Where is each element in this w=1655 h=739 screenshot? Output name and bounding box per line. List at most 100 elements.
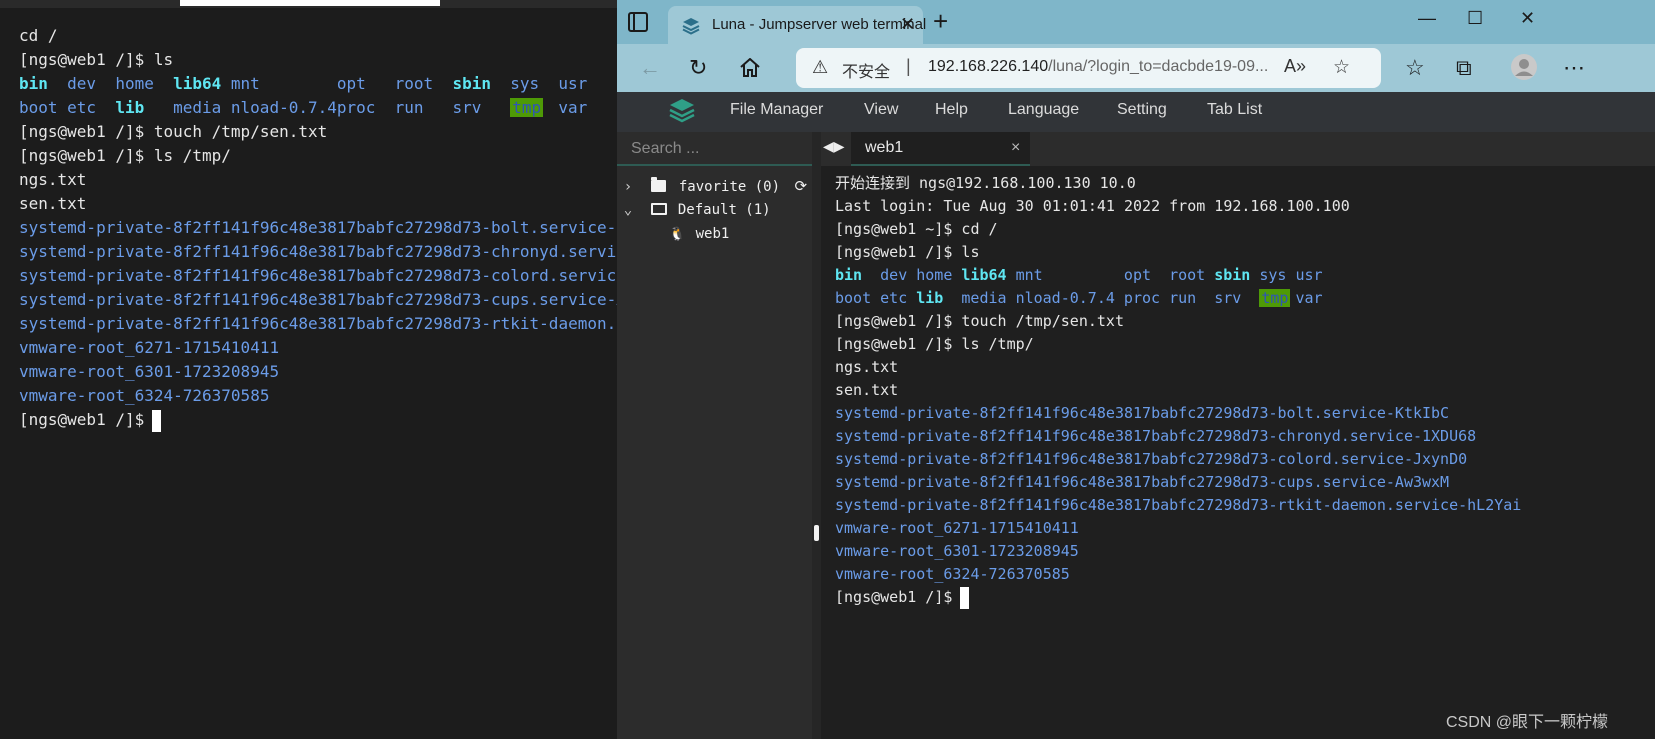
- ls-entry: sbin: [1214, 266, 1251, 284]
- terminal-tab-close-icon[interactable]: ×: [1011, 139, 1020, 157]
- ls-entry: lib64: [961, 266, 1007, 284]
- url-text[interactable]: 192.168.226.140/luna/?login_to=dacbde19-…: [928, 58, 1268, 76]
- warning-icon[interactable]: ⚠: [812, 57, 828, 78]
- asset-sidebar: › favorite (0) ⟳ ⌄ Default (1) 🐧 web1: [617, 132, 812, 739]
- ls-entry: opt: [336, 74, 366, 93]
- local-terminal[interactable]: cd / [ngs@web1 /]$ ls bin dev home lib64 mnt op…: [0, 0, 618, 739]
- collections-icon[interactable]: ⧉: [1456, 56, 1472, 80]
- chevron-down-icon[interactable]: ⌄: [621, 198, 635, 222]
- insecure-label[interactable]: 不安全: [842, 58, 890, 82]
- ls-entry: tmp: [1259, 289, 1291, 307]
- menu-file-manager[interactable]: File Manager: [730, 101, 823, 119]
- ls-entry: proc: [1123, 289, 1161, 307]
- terminal-pane: ◀▶ web1 × 开始连接到 ngs@192.168.100.130 10.0…: [821, 132, 1655, 739]
- watermark: CSDN @眼下一颗柠檬: [1446, 714, 1609, 731]
- terminal-line: systemd-private-8f2ff141f96c48e3817babfc…: [835, 404, 1450, 422]
- more-icon[interactable]: ⋯: [1563, 56, 1585, 80]
- ls-entry: bin: [19, 74, 48, 93]
- add-favorite-icon[interactable]: ☆: [1333, 56, 1350, 79]
- terminal-line: vmware-root_6324-726370585: [835, 565, 1070, 583]
- terminal-line: cd /: [19, 26, 58, 45]
- favorites-icon[interactable]: ☆: [1405, 56, 1425, 80]
- ls-entry: srv: [1214, 289, 1242, 307]
- terminal-line: systemd-private-8f2ff141f96c48e3817babfc…: [19, 314, 618, 333]
- ls-entry: tmp: [510, 98, 544, 117]
- tree-node-default[interactable]: ⌄ Default (1): [621, 198, 771, 222]
- read-aloud-icon[interactable]: A»: [1284, 56, 1306, 77]
- ls-entry: sbin: [452, 74, 491, 93]
- refresh-icon[interactable]: ⟳: [794, 177, 807, 195]
- back-arrow-icon[interactable]: ←: [639, 56, 661, 80]
- terminal-tab-bar: ◀▶ web1 ×: [821, 132, 1655, 166]
- terminal-line: 开始连接到 ngs@192.168.100.130 10.0: [835, 174, 1136, 192]
- tab-close-icon[interactable]: ✕: [900, 14, 915, 35]
- close-window-icon[interactable]: ✕: [1520, 8, 1535, 29]
- terminal-line: systemd-private-8f2ff141f96c48e3817babfc…: [19, 218, 618, 237]
- browser-tab[interactable]: Luna - Jumpserver web terminal ✕: [668, 6, 927, 44]
- cursor: [960, 586, 970, 609]
- terminal-line: sen.txt: [19, 194, 87, 213]
- folder-open-icon: [651, 203, 668, 215]
- search-input[interactable]: [631, 138, 801, 160]
- chevron-right-icon[interactable]: ›: [621, 175, 635, 199]
- ls-entry: boot: [19, 98, 58, 117]
- terminal-line: systemd-private-8f2ff141f96c48e3817babfc…: [835, 427, 1477, 445]
- tab-title: Luna - Jumpserver web terminal: [712, 16, 927, 33]
- terminal-line: systemd-private-8f2ff141f96c48e3817babfc…: [19, 290, 618, 309]
- remote-terminal-output[interactable]: 开始连接到 ngs@192.168.100.130 10.0 Last login…: [835, 172, 1521, 609]
- home-icon[interactable]: [739, 58, 761, 78]
- menu-setting[interactable]: Setting: [1117, 101, 1167, 119]
- ls-entry: sys: [510, 74, 540, 93]
- address-separator: |: [906, 56, 911, 76]
- menu-tab-list[interactable]: Tab List: [1207, 101, 1262, 119]
- terminal-tab-web1[interactable]: web1 ×: [851, 132, 1030, 166]
- ls-entry: run: [394, 98, 424, 117]
- maximize-icon[interactable]: ☐: [1467, 8, 1483, 29]
- prompt: [ngs@web1 /]$: [835, 588, 953, 606]
- address-bar[interactable]: ⚠ 不安全 | 192.168.226.140/luna/?login_to=d…: [796, 48, 1381, 88]
- minimize-icon[interactable]: —: [1418, 8, 1436, 29]
- menu-language[interactable]: Language: [1008, 101, 1079, 119]
- host-label: web1: [695, 226, 730, 242]
- ls-entry: media: [961, 289, 1007, 307]
- tab-scroll-icon[interactable]: ◀▶: [823, 138, 845, 155]
- ls-entry: opt: [1123, 266, 1152, 284]
- linux-icon: 🐧: [669, 227, 686, 242]
- terminal-line: systemd-private-8f2ff141f96c48e3817babfc…: [835, 496, 1522, 514]
- terminal-line: [ngs@web1 /]$ ls /tmp/: [19, 146, 231, 165]
- ls-entry: nload-0.7.4: [230, 98, 337, 117]
- ls-row: bin dev home lib64 mnt opt root sbin sys usr: [835, 264, 1521, 287]
- refresh-icon[interactable]: ↻: [689, 56, 707, 80]
- tree-node-web1[interactable]: 🐧 web1: [669, 222, 729, 246]
- ls-entry: boot: [835, 289, 872, 307]
- ls-entry: mnt: [230, 74, 260, 93]
- ls-row: boot etc lib media nload-0.7.4 proc run srv tmp v…: [19, 96, 618, 120]
- tab-strip: Luna - Jumpserver web terminal ✕ + — ☐ ✕: [617, 0, 1655, 44]
- ls-row: bin dev home lib64 mnt opt root sbin sys usr: [19, 72, 618, 96]
- ls-entry: mnt: [1015, 266, 1043, 284]
- selection-highlight: [180, 0, 440, 6]
- tree-node-favorite[interactable]: › favorite (0) ⟳: [621, 174, 807, 198]
- menu-help[interactable]: Help: [935, 101, 968, 119]
- sidebar-splitter[interactable]: [812, 132, 821, 739]
- splitter-handle[interactable]: [814, 525, 819, 541]
- ls-entry: root: [394, 74, 434, 93]
- ls-entry: root: [1169, 266, 1206, 284]
- ls-entry: dev: [67, 74, 97, 93]
- terminal-line: vmware-root_6324-726370585: [19, 386, 270, 405]
- browser-window: Luna - Jumpserver web terminal ✕ + — ☐ ✕…: [617, 0, 1655, 739]
- ls-entry: lib: [916, 289, 944, 307]
- menu-view[interactable]: View: [864, 101, 898, 119]
- ls-entry: media: [173, 98, 222, 117]
- terminal-line: vmware-root_6271-1715410411: [835, 519, 1079, 537]
- terminal-line: systemd-private-8f2ff141f96c48e3817babfc…: [19, 266, 618, 285]
- new-tab-icon[interactable]: +: [933, 6, 948, 37]
- ls-entry: srv: [452, 98, 482, 117]
- tab-actions-icon[interactable]: [628, 12, 648, 32]
- browser-toolbar: ← ↻ ⚠ 不安全 | 192.168.226.140/luna/?login_…: [617, 44, 1655, 92]
- terminal-line: [ngs@web1 /]$ ls: [19, 50, 174, 69]
- ls-entry: usr: [1295, 266, 1323, 284]
- prompt-line: [ngs@web1 /]$: [19, 408, 618, 432]
- ls-entry: dev: [880, 266, 908, 284]
- profile-icon[interactable]: [1510, 53, 1538, 81]
